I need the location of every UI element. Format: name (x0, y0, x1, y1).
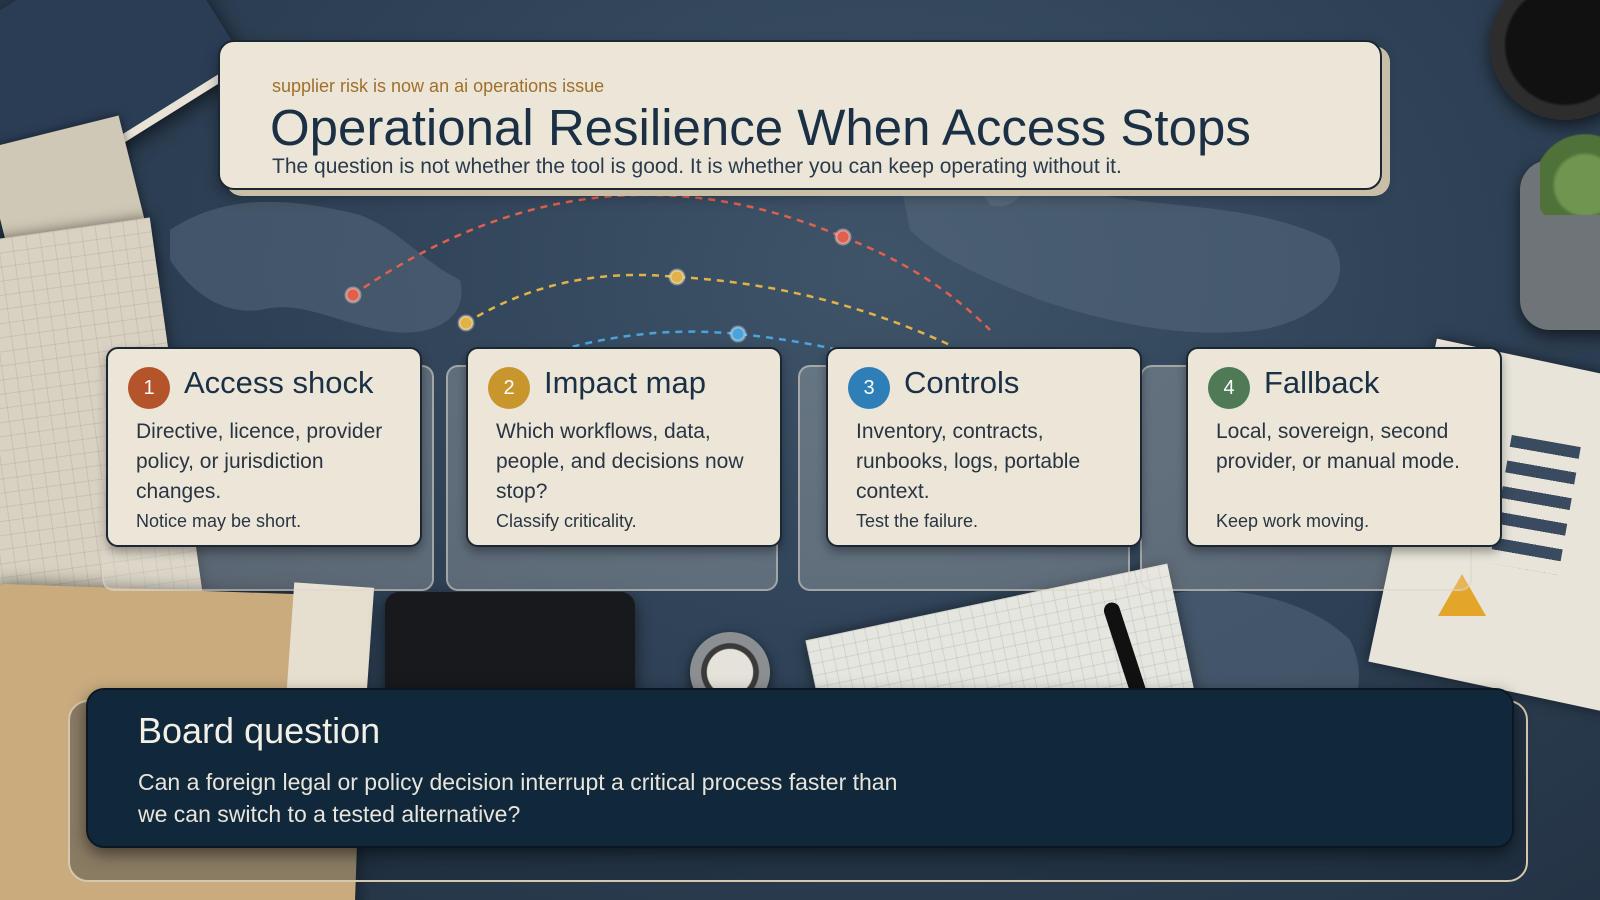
route-arc-red (352, 193, 844, 297)
route-arc-yellow (465, 273, 951, 347)
step-body: Inventory, contracts, runbooks, logs, po… (856, 420, 1081, 503)
step-body: Directive, licence, provider policy, or … (136, 420, 383, 503)
step-note: Notice may be short. (136, 511, 302, 531)
step-title: Fallback (1264, 365, 1380, 400)
route-arc-red-tail (842, 235, 991, 331)
step-body: Local, sovereign, second provider, or ma… (1216, 420, 1460, 473)
step-card-impact-map: 2 Impact map Which workflows, data, peop… (466, 347, 782, 547)
step-number-badge: 3 (848, 367, 890, 409)
page-title: Operational Resilience When Access Stops (270, 99, 1251, 156)
step-note: Test the failure. (856, 511, 979, 531)
step-note: Keep work moving. (1216, 511, 1370, 531)
board-question-text: Can a foreign legal or policy decision i… (138, 769, 898, 827)
route-node-blue-1 (729, 325, 747, 343)
step-card-controls: 3 Controls Inventory, contracts, runbook… (826, 347, 1142, 547)
route-node-yellow-1 (457, 314, 475, 332)
step-number-badge: 4 (1208, 367, 1250, 409)
page-subtitle: The question is not whether the tool is … (272, 155, 1122, 178)
step-title: Controls (904, 365, 1020, 400)
step-note: Classify criticality. (496, 511, 637, 531)
route-node-red-1 (344, 286, 362, 304)
step-title: Access shock (184, 365, 374, 400)
title-panel: supplier risk is now an ai operations is… (218, 40, 1382, 190)
route-node-red-2 (834, 228, 852, 246)
step-title: Impact map (544, 365, 706, 400)
step-card-fallback: 4 Fallback Local, sovereign, second prov… (1186, 347, 1502, 547)
board-question-panel: Board question Can a foreign legal or po… (86, 688, 1514, 848)
black-box-decoration (385, 592, 635, 702)
board-question-title: Board question (138, 710, 381, 751)
step-body: Which workflows, data, people, and decis… (496, 420, 744, 503)
step-card-access-shock: 1 Access shock Directive, licence, provi… (106, 347, 422, 547)
step-number-badge: 1 (128, 367, 170, 409)
step-number-badge: 2 (488, 367, 530, 409)
kicker-text: supplier risk is now an ai operations is… (272, 76, 605, 96)
route-node-yellow-2 (668, 268, 686, 286)
